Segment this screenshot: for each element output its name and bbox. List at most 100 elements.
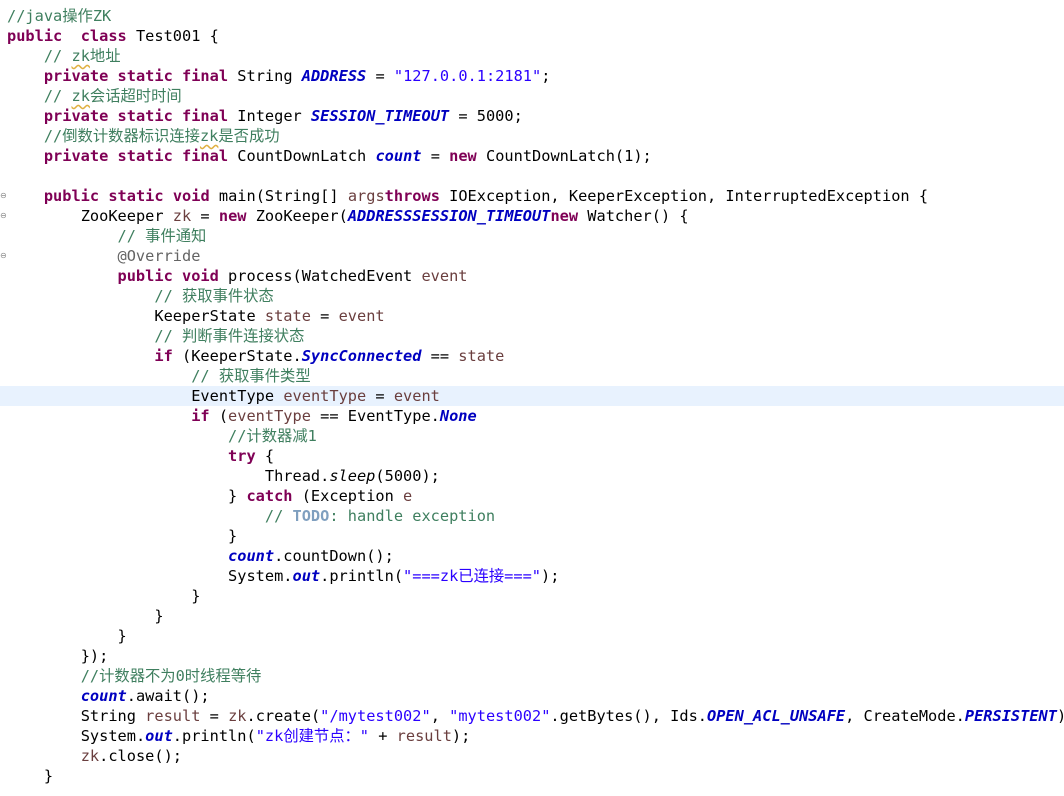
fold-marker-icon[interactable]: ⊖ bbox=[0, 252, 7, 260]
code-token: final bbox=[182, 107, 229, 125]
code-line[interactable]: ⊖ @Override bbox=[0, 246, 1064, 266]
code-line[interactable]: try { bbox=[0, 446, 1064, 466]
code-line[interactable]: ⊖ public static void main(String[] argst… bbox=[0, 186, 1064, 206]
code-token: .close(); bbox=[99, 747, 182, 765]
code-line[interactable]: //计数器不为0时线程等待 bbox=[0, 666, 1064, 686]
code-token: SESSION_TIMEOUT bbox=[310, 107, 450, 125]
code-token: "127.0.0.1:2181" bbox=[393, 67, 542, 85]
code-token: = bbox=[191, 207, 219, 225]
code-token: 是否成功 bbox=[218, 127, 280, 145]
code-line[interactable]: count.countDown(); bbox=[0, 546, 1064, 566]
code-line[interactable]: zk.close(); bbox=[0, 746, 1064, 766]
code-line[interactable]: public void process(WatchedEvent event bbox=[0, 266, 1064, 286]
code-token: event bbox=[393, 387, 440, 405]
code-line[interactable]: }); bbox=[0, 646, 1064, 666]
code-token: , bbox=[430, 707, 450, 725]
code-line[interactable]: } bbox=[0, 606, 1064, 626]
code-line[interactable]: String result = zk.create("/mytest002" , … bbox=[0, 706, 1064, 726]
code-token: ADDRESS bbox=[347, 207, 413, 225]
code-line[interactable]: } bbox=[0, 766, 1064, 786]
code-token: @Override bbox=[117, 247, 201, 265]
code-token: == bbox=[421, 347, 459, 365]
code-token: // 判断事件连接状态 bbox=[154, 327, 305, 345]
code-line[interactable]: public class Test001 { bbox=[0, 26, 1064, 46]
code-token: //倒数计数器标识连接 bbox=[43, 127, 200, 145]
code-token: e bbox=[403, 487, 413, 505]
code-token: zk bbox=[71, 87, 90, 105]
code-token: final bbox=[182, 147, 229, 165]
code-line[interactable]: } bbox=[0, 586, 1064, 606]
code-line[interactable]: } catch (Exception e bbox=[0, 486, 1064, 506]
code-token: EventType bbox=[191, 387, 284, 405]
code-line[interactable]: //java操作ZK bbox=[0, 6, 1064, 26]
code-token: // 事件通知 bbox=[117, 227, 207, 245]
code-token: "mytest002" bbox=[449, 707, 551, 725]
code-token: 会话超时时间 bbox=[89, 87, 182, 105]
code-token: try bbox=[228, 447, 256, 465]
code-token: zk bbox=[172, 207, 192, 225]
code-line[interactable]: // TODO: handle exception bbox=[0, 506, 1064, 526]
code-token: (KeeperState. bbox=[172, 347, 302, 365]
code-line[interactable]: // zk会话超时时间 bbox=[0, 86, 1064, 106]
code-token: new bbox=[218, 207, 247, 225]
code-token: == EventType. bbox=[310, 407, 440, 425]
code-line[interactable]: } bbox=[0, 526, 1064, 546]
code-line[interactable]: EventType eventType = event bbox=[0, 386, 1064, 406]
code-token: } bbox=[117, 627, 127, 645]
code-token: result bbox=[396, 727, 452, 745]
fold-marker-icon[interactable]: ⊖ bbox=[0, 192, 7, 200]
code-line[interactable]: // 判断事件连接状态 bbox=[0, 326, 1064, 346]
code-token: Integer bbox=[228, 107, 311, 125]
code-token: Watcher() { bbox=[578, 207, 689, 225]
code-token: ); bbox=[541, 567, 560, 585]
code-token: //计数器减1 bbox=[228, 427, 317, 445]
code-token: None bbox=[439, 407, 477, 425]
code-line[interactable]: count.await(); bbox=[0, 686, 1064, 706]
code-line[interactable] bbox=[0, 166, 1064, 186]
code-line[interactable]: if (eventType == EventType.None bbox=[0, 406, 1064, 426]
code-line[interactable]: if (KeeperState.SyncConnected == state bbox=[0, 346, 1064, 366]
code-line[interactable]: ⊖ ZooKeeper zk = new ZooKeeper(ADDRESSSE… bbox=[0, 206, 1064, 226]
code-line[interactable]: //倒数计数器标识连接zk是否成功 bbox=[0, 126, 1064, 146]
code-token: SESSION_TIMEOUT bbox=[412, 207, 551, 225]
code-line[interactable]: } bbox=[0, 626, 1064, 646]
code-text-area[interactable]: //java操作ZK public class Test001 { // zk地址… bbox=[0, 6, 1064, 786]
code-line[interactable]: // zk地址 bbox=[0, 46, 1064, 66]
code-line[interactable]: private static final CountDownLatch coun… bbox=[0, 146, 1064, 166]
code-token: Thread. bbox=[264, 467, 330, 485]
code-line[interactable]: // 事件通知 bbox=[0, 226, 1064, 246]
code-editor[interactable]: //java操作ZK public class Test001 { // zk地址… bbox=[0, 0, 1064, 796]
code-line[interactable]: System.out.println("===zk已连接==="); bbox=[0, 566, 1064, 586]
code-token: void bbox=[172, 187, 210, 205]
fold-marker-icon[interactable]: ⊖ bbox=[0, 212, 7, 220]
code-token: class bbox=[80, 27, 127, 45]
code-line[interactable]: System.out.println("zk创建节点：" + result); bbox=[0, 726, 1064, 746]
code-token: ADDRESS bbox=[301, 67, 367, 85]
code-line[interactable]: private static final Integer SESSION_TIM… bbox=[0, 106, 1064, 126]
code-line[interactable]: // 获取事件类型 bbox=[0, 366, 1064, 386]
code-token: new bbox=[449, 147, 477, 165]
code-line[interactable]: // 获取事件状态 bbox=[0, 286, 1064, 306]
code-line[interactable]: Thread.sleep(5000); bbox=[0, 466, 1064, 486]
code-line[interactable]: private static final String ADDRESS = "1… bbox=[0, 66, 1064, 86]
code-token: ); bbox=[451, 727, 471, 745]
code-token: throws bbox=[384, 187, 440, 205]
code-line[interactable]: //计数器减1 bbox=[0, 426, 1064, 446]
code-line[interactable]: KeeperState state = event bbox=[0, 306, 1064, 326]
code-token: ; bbox=[541, 67, 551, 85]
